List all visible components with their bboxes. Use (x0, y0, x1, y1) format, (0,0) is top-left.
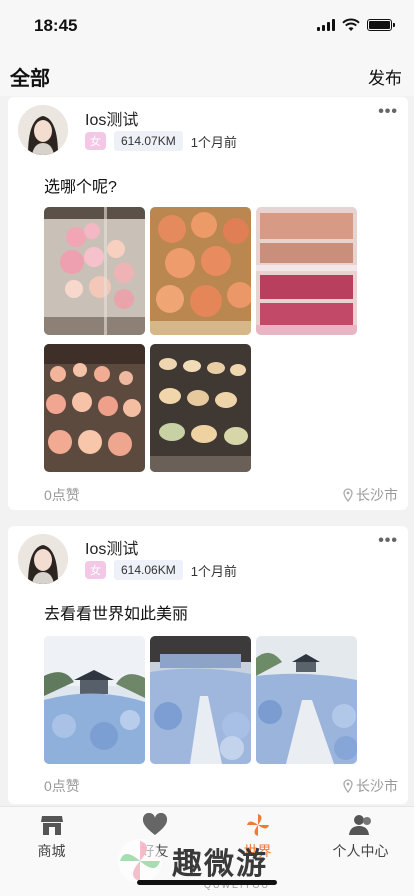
post-meta: 女 614.07KM 1个月前 (85, 131, 237, 151)
more-options-icon[interactable]: ••• (378, 103, 398, 121)
feed-list[interactable]: Ios测试 女 614.07KM 1个月前 ••• 选哪个呢? 0点赞 长沙市 … (0, 96, 414, 806)
post-location: 长沙市 (343, 485, 398, 505)
page-title: 全部 (10, 68, 50, 90)
tab-shop[interactable]: 商城 (0, 813, 103, 861)
top-header: 全部 发布 (0, 52, 414, 96)
publish-button[interactable]: 发布 (368, 64, 402, 89)
avatar[interactable] (18, 534, 68, 584)
post-image-blue-flower-stage[interactable] (150, 636, 251, 764)
home-indicator (137, 880, 277, 885)
tab-profile-label: 个人中心 (332, 843, 389, 859)
post-time: 1个月前 (190, 563, 237, 579)
watermark-text: 趣微游 (172, 848, 268, 881)
post-image-peach-tray[interactable] (44, 344, 145, 472)
shop-icon (40, 816, 63, 835)
post-image-peach-pastries[interactable] (150, 207, 251, 335)
person-icon (348, 815, 371, 835)
post-text: 选哪个呢? (44, 179, 117, 196)
status-time: 18:45 (34, 16, 78, 35)
post-image-blue-flower-pavilion[interactable] (44, 636, 145, 764)
post-time: 1个月前 (190, 134, 237, 150)
location-pin-icon (343, 779, 353, 793)
post-card[interactable]: Ios测试 女 614.06KM 1个月前 ••• 去看看世界如此美丽 0点赞 … (8, 526, 408, 804)
location-label: 长沙市 (356, 778, 398, 794)
post-location: 长沙市 (343, 776, 398, 796)
post-image-peach-buns-display[interactable] (44, 207, 145, 335)
avatar[interactable] (18, 105, 68, 155)
like-count[interactable]: 0点赞 (44, 776, 80, 796)
cellular-signal-icon (317, 19, 335, 31)
post-username[interactable]: Ios测试 (85, 106, 138, 130)
wifi-icon (342, 18, 360, 31)
more-options-icon[interactable]: ••• (378, 532, 398, 550)
gender-badge: 女 (85, 132, 106, 150)
location-label: 长沙市 (356, 487, 398, 503)
battery-icon (367, 19, 395, 31)
gender-badge: 女 (85, 561, 106, 579)
post-image-blue-flower-path[interactable] (256, 636, 357, 764)
location-pin-icon (343, 488, 353, 502)
post-username[interactable]: Ios测试 (85, 535, 138, 559)
tab-shop-label: 商城 (37, 843, 66, 859)
post-meta: 女 614.06KM 1个月前 (85, 560, 237, 580)
post-image-bun-rows[interactable] (150, 344, 251, 472)
post-card[interactable]: Ios测试 女 614.07KM 1个月前 ••• 选哪个呢? 0点赞 长沙市 (8, 97, 408, 510)
distance-badge: 614.07KM (114, 131, 183, 151)
post-text: 去看看世界如此美丽 (44, 606, 189, 623)
status-bar: 18:45 (0, 0, 414, 52)
distance-badge: 614.06KM (114, 560, 183, 580)
like-count[interactable]: 0点赞 (44, 485, 80, 505)
tab-profile[interactable]: 个人中心 (309, 813, 412, 861)
post-image-pink-shelves[interactable] (256, 207, 357, 335)
status-icons (317, 18, 395, 32)
